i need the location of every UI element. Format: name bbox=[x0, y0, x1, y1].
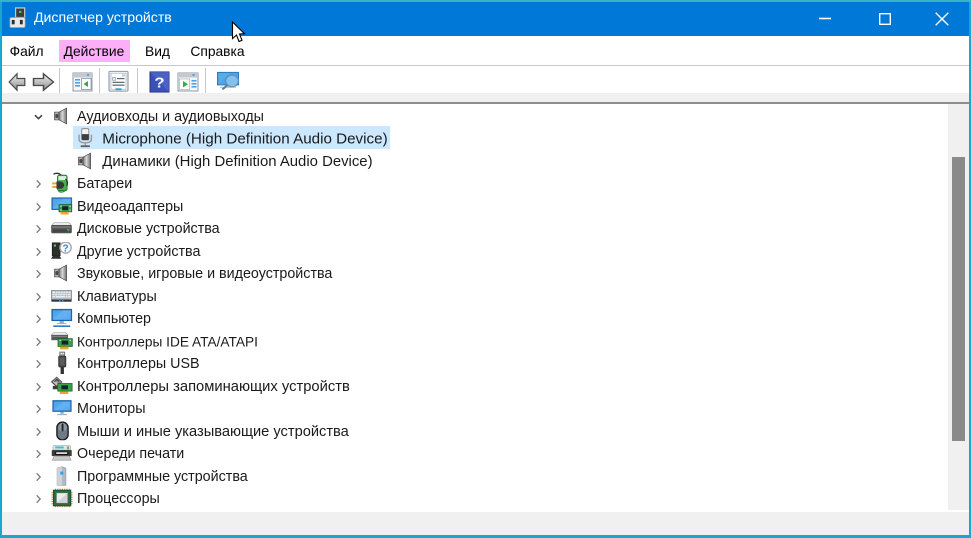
svg-text:?: ? bbox=[154, 75, 164, 91]
